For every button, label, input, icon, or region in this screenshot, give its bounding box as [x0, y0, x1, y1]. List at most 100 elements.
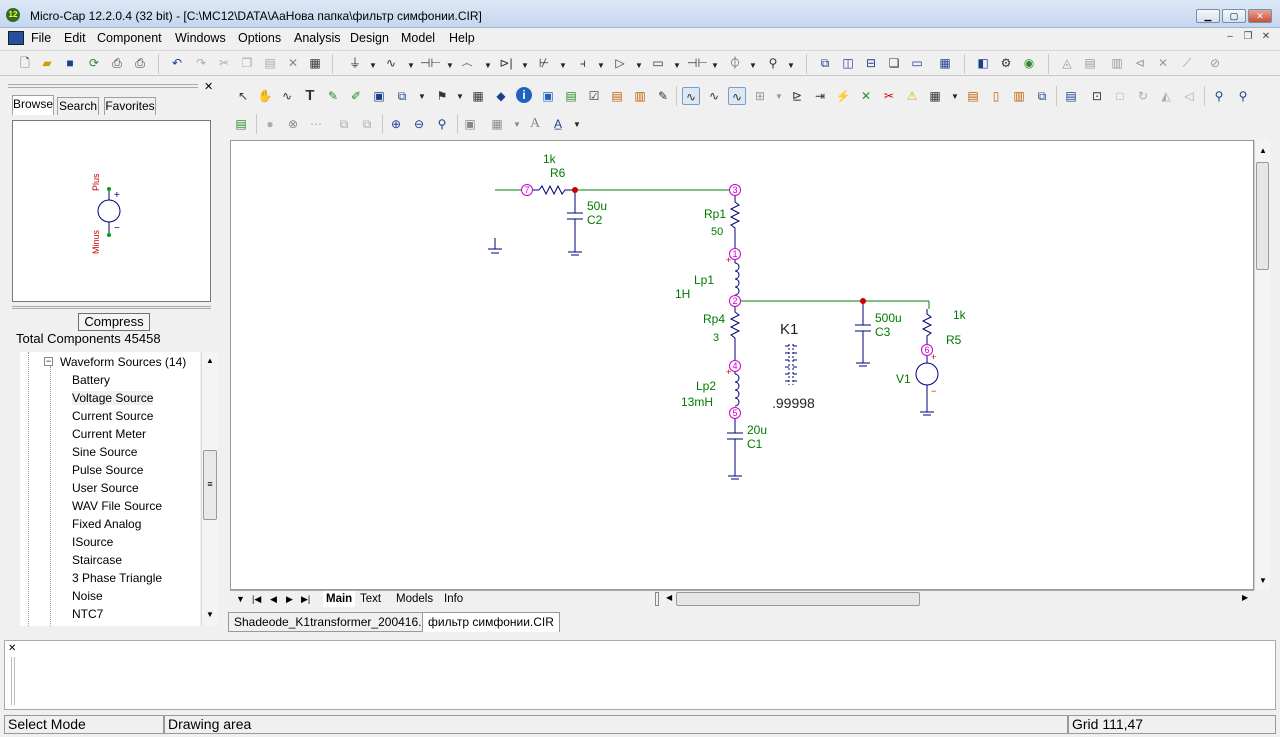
wire-draw-icon[interactable]: ✐	[347, 87, 365, 105]
tab-search[interactable]: Search	[57, 97, 99, 115]
zoom-fit-icon[interactable]: ⚲	[433, 115, 451, 133]
page-2-icon[interactable]: ▯	[987, 87, 1005, 105]
prev-sheet-icon[interactable]: ◀	[270, 591, 277, 607]
paste-icon[interactable]: ▤	[261, 54, 279, 72]
minimize-button[interactable]: ▁	[1196, 9, 1220, 23]
draw-icon[interactable]: ✎	[324, 87, 342, 105]
shapes-icon[interactable]: ⧉	[393, 87, 411, 105]
schematic-drawing[interactable]: 7 3 1 2 4 5 6 + + + − 1k R6 50u C2 Rp1 5…	[231, 141, 1255, 591]
menu-edit[interactable]: Edit	[64, 28, 86, 48]
rotate-icon[interactable]: ↻	[1134, 87, 1152, 105]
new-file-icon[interactable]: 🗋	[16, 54, 34, 72]
table-icon[interactable]: ▦	[469, 87, 487, 105]
sheet-tab-info[interactable]: Info	[444, 591, 463, 607]
panel-close-icon[interactable]: ✕	[204, 80, 213, 93]
source-icon[interactable]: ⏀	[726, 54, 744, 72]
next-sheet-icon[interactable]: ▶	[286, 591, 293, 607]
library-icon[interactable]: ▤	[232, 115, 250, 133]
zoom-out-icon[interactable]: ⊖	[410, 115, 428, 133]
tree-group-waveform-sources[interactable]: Waveform Sources (14)	[60, 355, 186, 369]
page-1-icon[interactable]: ▤	[964, 87, 982, 105]
globe-icon[interactable]: ◉	[1020, 54, 1038, 72]
redo-icon[interactable]: ↷	[192, 54, 210, 72]
capacitor-icon[interactable]: ⊣⊢	[420, 54, 441, 72]
warning-icon[interactable]: ⚠	[903, 87, 921, 105]
zoom-in-icon[interactable]: ⊕	[387, 115, 405, 133]
schematic-canvas[interactable]: 7 3 1 2 4 5 6 + + + − 1k R6 50u C2 Rp1 5…	[230, 140, 1254, 590]
font-icon[interactable]: A	[526, 115, 544, 133]
menu-file[interactable]: File	[31, 28, 51, 48]
menu-component[interactable]: Component	[97, 28, 162, 48]
node-voltage-icon[interactable]: ∿	[705, 87, 723, 105]
menu-options[interactable]: Options	[238, 28, 281, 48]
grid-text-icon[interactable]: ▤	[608, 87, 626, 105]
menu-analysis[interactable]: Analysis	[294, 28, 341, 48]
lightning-icon[interactable]: ⚡	[834, 87, 852, 105]
sheet-tab-models[interactable]: Models	[396, 591, 433, 607]
close-button[interactable]: ✕	[1248, 9, 1272, 23]
copy-icon[interactable]: ❐	[238, 54, 256, 72]
tile-horizontal-icon[interactable]: ⊟	[862, 54, 880, 72]
calculator-icon[interactable]: ▦	[936, 54, 954, 72]
checkbox-icon[interactable]: ☑	[585, 87, 603, 105]
snapshot-icon[interactable]: ▣	[461, 115, 479, 133]
scroll-left-icon[interactable]: ◀	[666, 593, 672, 602]
sheet-menu-icon[interactable]: ▼	[236, 591, 245, 607]
flag-icon[interactable]: ⚑	[433, 87, 451, 105]
pan-hand-icon[interactable]: ✋	[256, 87, 274, 105]
pin-connect-icon[interactable]: ⊞	[751, 87, 769, 105]
file-tab-shadeode[interactable]: Shadeode_K1transformer_200416.CIR	[228, 612, 449, 632]
step-icon[interactable]: ▤	[562, 87, 580, 105]
battery-icon[interactable]: ⊣⊢	[687, 54, 708, 72]
mdi-close-icon[interactable]: ✕	[1258, 30, 1274, 44]
tile-vertical-icon[interactable]: ◫	[839, 54, 857, 72]
model-icon[interactable]: ⚙	[997, 54, 1015, 72]
transistor-icon[interactable]: ⊬	[535, 54, 553, 72]
analysis-3-icon[interactable]: ▥	[1108, 54, 1126, 72]
tree-item[interactable]: Noise	[72, 589, 103, 603]
tree-item[interactable]: Fixed Analog	[72, 517, 141, 531]
attribute-icon[interactable]: ▥	[631, 87, 649, 105]
first-sheet-icon[interactable]: |◀	[252, 591, 261, 607]
overlap-icon[interactable]: ❏	[885, 54, 903, 72]
tree-item[interactable]: Voltage Source	[72, 391, 154, 405]
print-preview-icon[interactable]: ⎙	[108, 54, 126, 72]
scroll-right-icon[interactable]: ▶	[1242, 593, 1248, 602]
canvas-hscroll-thumb[interactable]	[676, 592, 920, 606]
tree-scrollbar[interactable]: ▲ ≡ ▼	[201, 352, 218, 626]
undo-icon[interactable]: ↶	[168, 54, 186, 72]
last-sheet-icon[interactable]: ▶|	[301, 591, 310, 607]
tree-item[interactable]: ISource	[72, 535, 113, 549]
revert-icon[interactable]: ⟳	[85, 54, 103, 72]
analysis-1-icon[interactable]: ◬	[1058, 54, 1076, 72]
tree-item[interactable]: Pulse Source	[72, 463, 143, 477]
arrange-icon[interactable]: ▦	[488, 115, 506, 133]
disconnect-icon[interactable]: ✕	[857, 87, 875, 105]
picture-icon[interactable]: ▣	[370, 87, 388, 105]
current-source-icon[interactable]: ⚲	[764, 54, 782, 72]
grid-icon[interactable]: ▦	[926, 87, 944, 105]
menu-design[interactable]: Design	[350, 28, 389, 48]
box-select-icon[interactable]: ⊡	[1088, 87, 1106, 105]
layers-icon[interactable]: ⧉	[335, 115, 353, 133]
output-window[interactable]: ✕	[4, 640, 1276, 710]
page-3-icon[interactable]: ▥	[1010, 87, 1028, 105]
tree-item[interactable]: Staircase	[72, 553, 122, 567]
layers-2-icon[interactable]: ⧉	[358, 115, 376, 133]
delete-icon[interactable]: ✕	[284, 54, 302, 72]
cancel-icon[interactable]: ⊗	[284, 115, 302, 133]
ground-icon[interactable]: ⏚	[346, 54, 364, 72]
analysis-7-icon[interactable]: ⊘	[1206, 54, 1224, 72]
select-arrow-icon[interactable]: ↖	[234, 87, 252, 105]
tab-browse[interactable]: Browse	[12, 95, 54, 115]
output-close-icon[interactable]: ✕	[8, 643, 16, 654]
diode-icon[interactable]: ⊳|	[497, 54, 515, 72]
flip-icon[interactable]: ⇥	[811, 87, 829, 105]
edit-icon[interactable]: ✎	[654, 87, 672, 105]
save-icon[interactable]: ■	[61, 54, 79, 72]
maximize-window-icon[interactable]: ▭	[908, 54, 926, 72]
mirror-h-icon[interactable]: ◁	[1180, 87, 1198, 105]
more-icon[interactable]: ⋯	[307, 115, 325, 133]
mdi-minimize-icon[interactable]: –	[1222, 30, 1238, 44]
resistor-icon[interactable]: ∿	[382, 54, 400, 72]
